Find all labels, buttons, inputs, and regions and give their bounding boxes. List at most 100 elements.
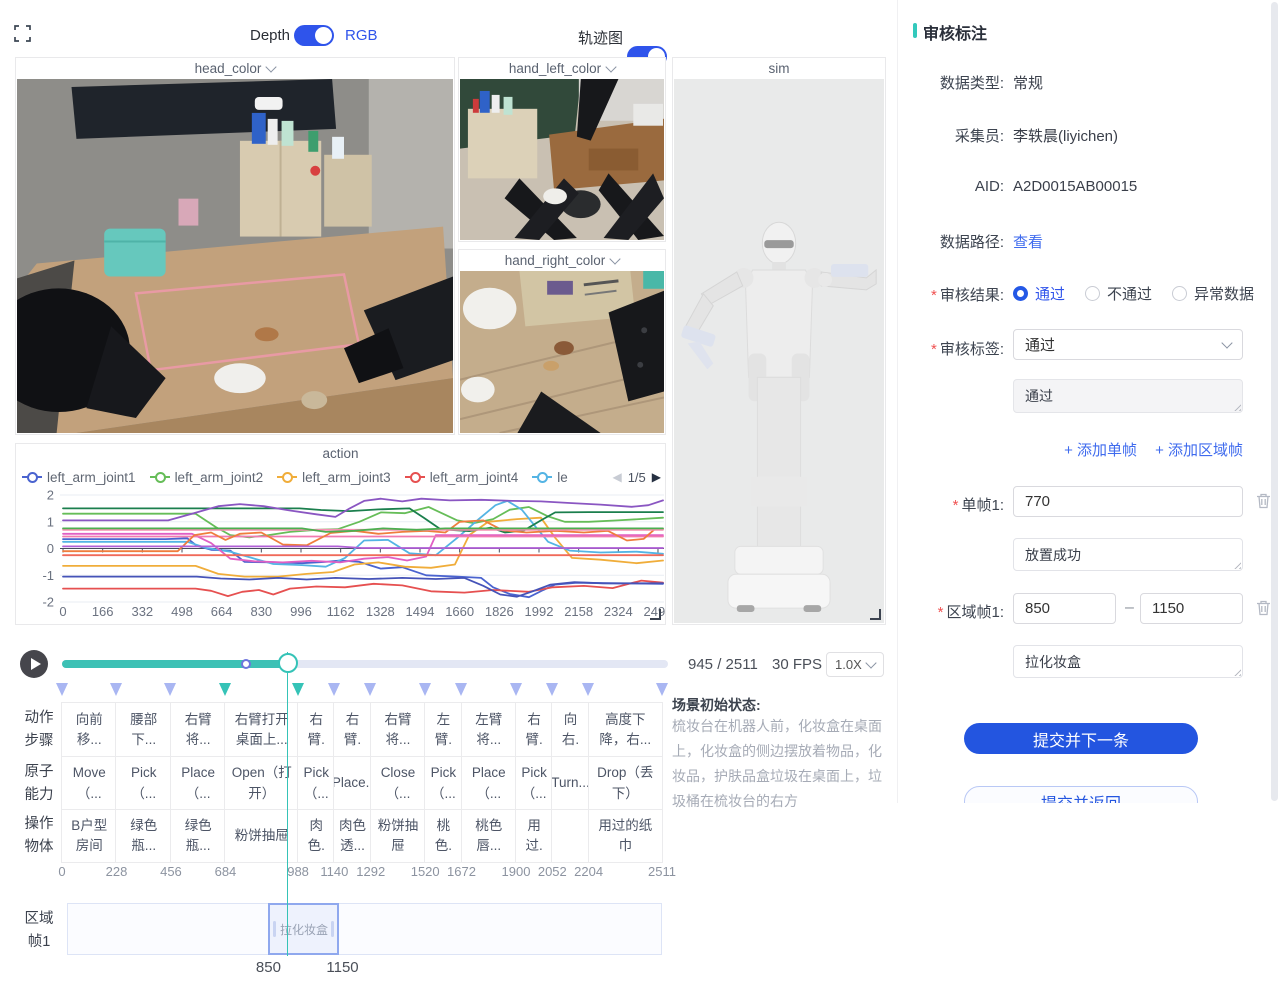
table-cell[interactable]: 绿色瓶... <box>116 810 170 862</box>
step-boundary-marker[interactable] <box>110 683 122 696</box>
table-cell[interactable]: 用过. <box>516 810 552 862</box>
hand-left-camera-dropdown[interactable]: hand_left_color <box>459 58 665 79</box>
single-frame-note-textarea[interactable]: 放置成功 <box>1013 538 1243 571</box>
table-cell[interactable]: Move（... <box>62 757 116 810</box>
textarea-text: 放置成功 <box>1025 547 1081 563</box>
review-tag-select[interactable]: 通过 <box>1013 329 1243 360</box>
legend-item[interactable]: left_arm_joint2 <box>150 470 264 485</box>
table-cell[interactable]: 用过的纸巾 <box>589 810 662 862</box>
table-cell[interactable]: 腰部下... <box>116 703 170 757</box>
fps-label: 30 FPS <box>772 656 822 673</box>
speed-value: 1.0X <box>835 657 862 672</box>
region-frame-note-textarea[interactable]: 拉化妆盒 <box>1013 645 1243 678</box>
delete-region-frame-icon[interactable] <box>1256 600 1271 616</box>
table-cell[interactable]: Close（... <box>371 757 425 810</box>
table-cell[interactable]: 右臂将... <box>171 703 225 757</box>
submit-back-button[interactable]: 提交并返回 <box>964 786 1198 803</box>
svg-text:996: 996 <box>290 604 312 619</box>
step-boundary-marker[interactable] <box>292 683 304 696</box>
fullscreen-icon[interactable] <box>14 25 31 42</box>
legend-item[interactable]: left_arm_joint4 <box>405 470 519 485</box>
region-frame-segment[interactable]: 拉化妆盒 <box>268 903 339 955</box>
legend-item[interactable]: left_arm_joint1 <box>22 470 136 485</box>
table-cell[interactable]: Place.. <box>334 757 370 810</box>
resize-grip-icon[interactable] <box>1233 668 1241 676</box>
data-path-view-link[interactable]: 查看 <box>1013 231 1043 252</box>
delete-single-frame-icon[interactable] <box>1256 493 1271 509</box>
step-boundary-marker[interactable] <box>419 683 431 696</box>
info-field-label: 数据类型: <box>898 72 1004 93</box>
region-end-input[interactable]: 1150 <box>1140 593 1243 624</box>
table-cell[interactable]: 桃色. <box>425 810 461 862</box>
info-field-value: 常规 <box>1013 72 1043 93</box>
step-boundary-marker[interactable] <box>219 683 231 696</box>
table-cell[interactable]: 右臂. <box>298 703 334 757</box>
single-frame-input[interactable]: 770 <box>1013 486 1243 517</box>
review-result-option[interactable]: 异常数据 <box>1172 283 1254 304</box>
legend-item[interactable]: le <box>532 470 568 485</box>
table-cell[interactable]: Pick（... <box>425 757 461 810</box>
table-cell[interactable]: 粉饼抽屉 <box>371 810 425 862</box>
review-tag-note-textarea[interactable]: 通过 <box>1013 379 1243 413</box>
step-boundary-marker[interactable] <box>656 683 668 696</box>
step-boundary-marker[interactable] <box>364 683 376 696</box>
add-region-frame-link[interactable]: + 添加区域帧 <box>1155 439 1243 460</box>
legend-next-icon[interactable]: ▶ <box>652 470 661 484</box>
playback-slider-handle[interactable] <box>278 653 298 673</box>
table-cell[interactable]: 向前移... <box>62 703 116 757</box>
table-cell[interactable]: 左臂. <box>425 703 461 757</box>
review-result-option[interactable]: 不通过 <box>1085 283 1152 304</box>
trajectory-label: 轨迹图 <box>578 27 623 48</box>
step-boundary-marker[interactable] <box>56 683 68 696</box>
table-cell[interactable]: 肉色透... <box>334 810 370 862</box>
table-cell[interactable]: Place（... <box>171 757 225 810</box>
table-cell[interactable]: Turn... <box>552 757 588 810</box>
table-cell[interactable]: 右臂. <box>516 703 552 757</box>
table-cell[interactable]: 右臂. <box>334 703 370 757</box>
table-cell[interactable] <box>552 810 588 862</box>
hand-right-camera-dropdown[interactable]: hand_right_color <box>459 250 665 271</box>
submit-next-button[interactable]: 提交并下一条 <box>964 723 1198 754</box>
play-button[interactable] <box>20 650 48 678</box>
resize-grip-icon[interactable] <box>1233 561 1241 569</box>
table-cell[interactable]: Drop（丢下） <box>589 757 662 810</box>
step-boundary-marker[interactable] <box>164 683 176 696</box>
segment-right-handle[interactable] <box>331 921 334 937</box>
single-frame-dot-marker[interactable] <box>241 659 251 669</box>
table-cell[interactable]: 右臂将... <box>371 703 425 757</box>
table-cell[interactable]: B户型房间 <box>62 810 116 862</box>
legend-item[interactable]: left_arm_joint3 <box>277 470 391 485</box>
legend-prev-icon[interactable]: ◀ <box>612 470 621 484</box>
svg-text:1992: 1992 <box>525 604 554 619</box>
step-boundary-marker[interactable] <box>328 683 340 696</box>
region-start-input[interactable]: 850 <box>1013 593 1116 624</box>
single-frame-label: *单帧1: <box>898 494 1004 515</box>
add-single-frame-link[interactable]: + 添加单帧 <box>1064 439 1137 460</box>
table-cell[interactable]: 绿色瓶... <box>171 810 225 862</box>
table-cell[interactable]: Pick（... <box>298 757 334 810</box>
review-result-option[interactable]: 通过 <box>1013 283 1065 304</box>
head-camera-dropdown[interactable]: head_color <box>16 58 454 79</box>
resize-handle-icon[interactable] <box>650 609 661 620</box>
table-cell[interactable]: 向右. <box>552 703 588 757</box>
depth-rgb-toggle[interactable] <box>294 25 334 46</box>
speed-dropdown[interactable]: 1.0X <box>826 652 884 677</box>
svg-text:2158: 2158 <box>564 604 593 619</box>
region-frame-track[interactable] <box>67 903 662 955</box>
table-cell[interactable]: 肉色. <box>298 810 334 862</box>
table-cell[interactable]: Pick（... <box>116 757 170 810</box>
step-boundary-marker[interactable] <box>510 683 522 696</box>
table-cell[interactable]: 高度下降，右... <box>589 703 662 757</box>
table-cell[interactable]: Place（... <box>462 757 516 810</box>
resize-grip-icon[interactable] <box>1233 403 1241 411</box>
panel-scrollbar[interactable] <box>1271 2 1278 801</box>
table-cell[interactable]: 左臂将... <box>462 703 516 757</box>
step-boundary-marker[interactable] <box>455 683 467 696</box>
segment-left-handle[interactable] <box>273 921 276 937</box>
step-boundary-marker[interactable] <box>582 683 594 696</box>
resize-handle-icon[interactable] <box>870 609 881 620</box>
table-cell[interactable]: 桃色唇... <box>462 810 516 862</box>
table-cell[interactable]: Pick（... <box>516 757 552 810</box>
step-boundary-marker[interactable] <box>546 683 558 696</box>
sim-robot-view <box>674 79 884 623</box>
